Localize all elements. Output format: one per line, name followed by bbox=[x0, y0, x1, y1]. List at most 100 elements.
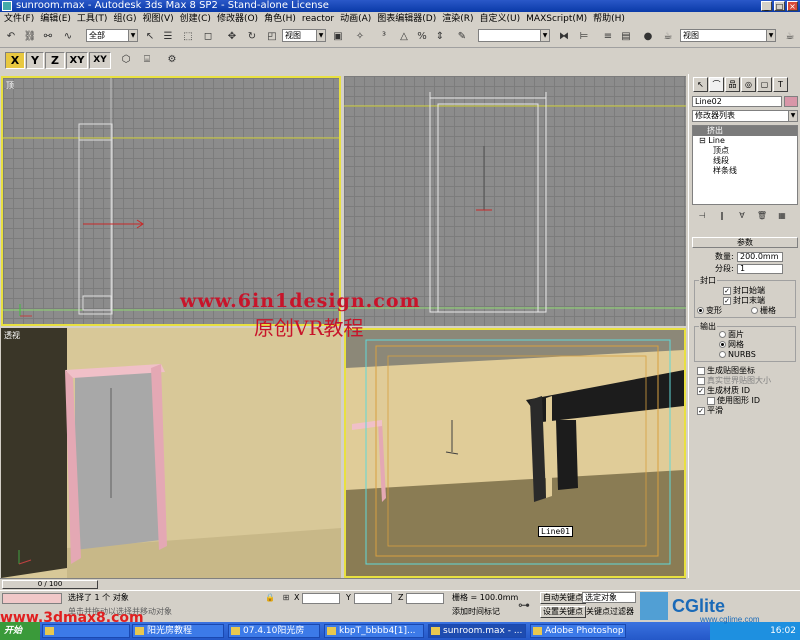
stairs-icon[interactable]: ⌸ bbox=[139, 52, 155, 68]
axis-y-button[interactable]: Y bbox=[26, 52, 44, 69]
modify-tab-icon[interactable]: ⌒ bbox=[709, 77, 724, 92]
menu-file[interactable]: 文件(F) bbox=[4, 12, 34, 26]
object-name-field[interactable]: Line02 bbox=[692, 96, 782, 107]
named-selection-edit-icon[interactable]: ✎ bbox=[454, 29, 470, 45]
nurbs-radio[interactable]: NURBS bbox=[719, 350, 756, 360]
menu-maxscript[interactable]: MAXScript(M) bbox=[526, 12, 587, 26]
render-view-dropdown[interactable]: 视图 ▼ bbox=[680, 29, 776, 42]
make-unique-icon[interactable]: ∀ bbox=[735, 210, 749, 222]
top-viewport[interactable]: 顶 bbox=[1, 76, 341, 326]
morph-radio[interactable]: 变形 bbox=[697, 306, 722, 316]
absolute-mode-icon[interactable]: ⊞ bbox=[280, 592, 292, 604]
select-by-name-icon[interactable]: ☰ bbox=[160, 29, 176, 45]
time-slider[interactable]: 0 / 100 bbox=[0, 578, 686, 590]
menu-modifiers[interactable]: 修改器(O) bbox=[217, 12, 258, 26]
axis-z-button[interactable]: Z bbox=[45, 52, 65, 69]
y-coord-field[interactable] bbox=[354, 593, 392, 604]
stack-item-extrude[interactable]: 挤出 bbox=[693, 126, 797, 136]
motion-tab-icon[interactable]: ◎ bbox=[741, 77, 756, 92]
settings-icon[interactable]: ⚙ bbox=[164, 52, 180, 68]
key-mode-dropdown[interactable]: 选定对象 bbox=[582, 592, 636, 603]
quick-render-icon[interactable]: ☕ bbox=[782, 29, 798, 45]
menu-rendering[interactable]: 渲染(R) bbox=[442, 12, 473, 26]
menu-graph-editors[interactable]: 图表编辑器(D) bbox=[377, 12, 436, 26]
axis-x-button[interactable]: X bbox=[5, 52, 25, 69]
menu-views[interactable]: 视图(V) bbox=[142, 12, 173, 26]
utilities-tab-icon[interactable]: T bbox=[773, 77, 788, 92]
angle-snap-icon[interactable]: △ bbox=[396, 29, 412, 45]
menu-character[interactable]: 角色(H) bbox=[264, 12, 296, 26]
scale-icon[interactable]: ◰ bbox=[264, 29, 280, 45]
x-coord-field[interactable] bbox=[302, 593, 340, 604]
task-item[interactable]: kbpT_bbbb4[1]... bbox=[324, 624, 424, 638]
amount-field[interactable]: 200.0mm bbox=[737, 252, 783, 262]
maximize-button[interactable]: □ bbox=[774, 1, 785, 11]
ref-coord-dropdown[interactable]: 视图 ▼ bbox=[282, 29, 326, 42]
bind-spacewarp-icon[interactable]: ∿ bbox=[60, 29, 76, 45]
layer-manager-icon[interactable]: ≡ bbox=[600, 29, 616, 45]
viewport-label[interactable]: 顶 bbox=[6, 80, 14, 91]
task-item[interactable]: sunroom.max - ... bbox=[428, 624, 526, 638]
pivot-center-icon[interactable]: ▣ bbox=[330, 29, 346, 45]
gen-mapping-checkbox[interactable]: 生成贴图坐标 bbox=[697, 366, 755, 376]
selection-filter-dropdown[interactable]: 全部 ▼ bbox=[86, 29, 138, 42]
key-icon[interactable]: ⊶ bbox=[516, 597, 532, 613]
axis-plane-cycle-button[interactable]: XY bbox=[89, 52, 111, 69]
rect-selection-icon[interactable]: ⬚ bbox=[180, 29, 196, 45]
grid-radio[interactable]: 栅格 bbox=[751, 306, 776, 316]
move-icon[interactable]: ✥ bbox=[224, 29, 240, 45]
task-item[interactable] bbox=[42, 624, 130, 638]
mesh-radio[interactable]: 网格 bbox=[719, 340, 744, 350]
cap-end-checkbox[interactable]: ✓ 封口末端 bbox=[723, 296, 765, 306]
task-item[interactable]: Adobe Photoshop bbox=[530, 624, 626, 638]
stack-subitem-spline[interactable]: 样条线 bbox=[693, 166, 797, 176]
create-tab-icon[interactable]: ↖ bbox=[693, 77, 708, 92]
patch-radio[interactable]: 面片 bbox=[719, 330, 744, 340]
select-object-icon[interactable]: ↖ bbox=[142, 29, 158, 45]
add-time-tag-button[interactable]: 添加时间标记 bbox=[452, 607, 500, 617]
menu-reactor[interactable]: reactor bbox=[302, 12, 334, 26]
align-icon[interactable]: ⊨ bbox=[576, 29, 592, 45]
set-key-button[interactable]: 设置关键点 bbox=[540, 606, 586, 618]
real-world-map-checkbox[interactable]: 真实世界贴图大小 bbox=[697, 376, 771, 386]
minimize-button[interactable]: _ bbox=[761, 1, 772, 11]
task-item[interactable]: 07.4.10阳光房 bbox=[228, 624, 320, 638]
material-editor-icon[interactable]: ● bbox=[640, 29, 656, 45]
remove-modifier-icon[interactable]: 🗑 bbox=[755, 210, 769, 222]
pin-stack-icon[interactable]: ⊣ bbox=[695, 210, 709, 222]
spinner-snap-icon[interactable]: ⇕ bbox=[432, 29, 448, 45]
viewport-label[interactable]: 透视 bbox=[4, 330, 20, 341]
rotate-icon[interactable]: ↻ bbox=[244, 29, 260, 45]
manipulate-icon[interactable]: ✧ bbox=[352, 29, 368, 45]
snap-toggle-icon[interactable]: ³ bbox=[376, 29, 392, 45]
smooth-checkbox[interactable]: ✓ 平滑 bbox=[697, 406, 723, 416]
window-crossing-icon[interactable]: ◻ bbox=[200, 29, 216, 45]
stack-subitem-vertex[interactable]: 顶点 bbox=[693, 146, 797, 156]
curve-editor-icon[interactable]: ▤ bbox=[618, 29, 634, 45]
undo-icon[interactable]: ↶ bbox=[3, 29, 19, 45]
z-coord-field[interactable] bbox=[406, 593, 444, 604]
close-button[interactable]: × bbox=[787, 1, 798, 11]
render-scene-icon[interactable]: ☕ bbox=[660, 29, 676, 45]
menu-help[interactable]: 帮助(H) bbox=[593, 12, 625, 26]
lock-selection-icon[interactable]: 🔒 bbox=[264, 592, 276, 604]
time-slider-thumb[interactable]: 0 / 100 bbox=[2, 580, 98, 589]
parameters-rollout[interactable]: 参数 bbox=[692, 237, 798, 248]
configure-sets-icon[interactable]: ▦ bbox=[775, 210, 789, 222]
percent-snap-icon[interactable]: % bbox=[414, 29, 430, 45]
cap-start-checkbox[interactable]: ✓ 封口始端 bbox=[723, 286, 765, 296]
menu-tools[interactable]: 工具(T) bbox=[77, 12, 108, 26]
hierarchy-tab-icon[interactable]: 品 bbox=[725, 77, 740, 92]
named-selection-dropdown[interactable]: ▼ bbox=[478, 29, 550, 42]
use-shape-id-checkbox[interactable]: 使用图形 ID bbox=[707, 396, 760, 406]
unlink-icon[interactable]: ⚯ bbox=[40, 29, 56, 45]
menu-customize[interactable]: 自定义(U) bbox=[480, 12, 521, 26]
stack-subitem-segment[interactable]: 线段 bbox=[693, 156, 797, 166]
perspective-viewport[interactable]: 透视 bbox=[1, 328, 341, 578]
front-viewport[interactable] bbox=[344, 76, 686, 326]
maxscript-listener-field[interactable] bbox=[2, 593, 62, 604]
gen-mat-id-checkbox[interactable]: ✓ 生成材质 ID bbox=[697, 386, 750, 396]
menu-group[interactable]: 组(G) bbox=[113, 12, 136, 26]
camera-viewport[interactable]: Line01 bbox=[344, 328, 686, 578]
menu-edit[interactable]: 编辑(E) bbox=[40, 12, 71, 26]
